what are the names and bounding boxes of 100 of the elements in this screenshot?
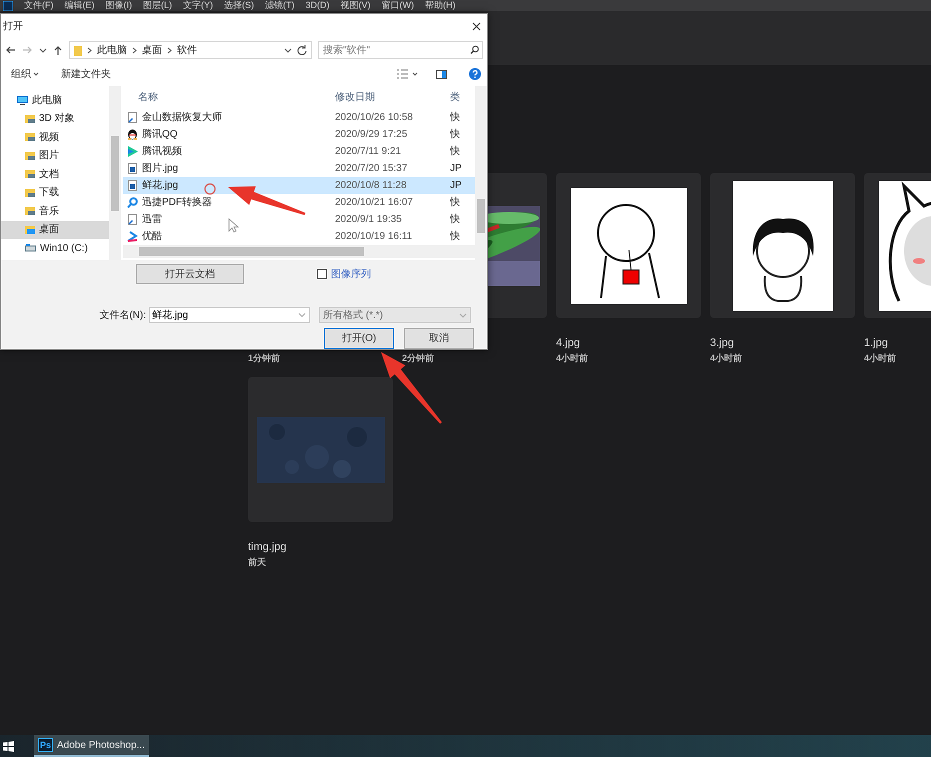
image-file-icon bbox=[127, 180, 138, 191]
file-type: JP bbox=[450, 162, 463, 176]
chevron-icon bbox=[87, 46, 92, 54]
file-type: 快 bbox=[450, 196, 461, 210]
nav-item[interactable]: 此电脑 bbox=[1, 91, 109, 110]
nav-item[interactable]: 下载 bbox=[1, 184, 109, 202]
nav-item[interactable]: 视频 bbox=[1, 128, 109, 146]
file-name: 4.jpg bbox=[556, 337, 581, 350]
drive-icon bbox=[25, 244, 36, 252]
nav-item[interactable]: 图片 bbox=[1, 146, 109, 165]
file-date: 2020/10/19 16:11 bbox=[335, 230, 414, 244]
chevron-icon bbox=[167, 46, 172, 54]
column-header[interactable]: 名称 bbox=[123, 90, 335, 105]
file-date: 2020/9/1 19:35 bbox=[335, 213, 403, 227]
file-row[interactable]: 腾讯QQ 2020/9/29 17:25 快 bbox=[123, 126, 475, 143]
column-header[interactable]: 类 bbox=[450, 90, 475, 105]
nav-item[interactable]: Win10 (C:) bbox=[1, 239, 109, 258]
checkbox[interactable] bbox=[317, 269, 327, 279]
menu-item[interactable]: 3D(D) bbox=[306, 0, 330, 11]
view-icon[interactable] bbox=[397, 69, 408, 79]
checkbox-label[interactable]: 图像序列 bbox=[331, 266, 371, 282]
column-header[interactable]: 修改日期 bbox=[335, 90, 450, 105]
field-label: 文件名(N): bbox=[98, 308, 147, 322]
cloud-button[interactable]: 打开云文档 bbox=[136, 264, 244, 284]
play-icon bbox=[127, 146, 138, 157]
windows-logo-icon[interactable] bbox=[3, 740, 14, 752]
folder-icon bbox=[25, 224, 35, 235]
folder-icon bbox=[25, 169, 35, 180]
menu-item[interactable]: 视图(V) bbox=[340, 0, 370, 11]
dialog-button[interactable]: 取消 bbox=[404, 328, 474, 349]
scrollbar[interactable] bbox=[475, 86, 487, 260]
folder-icon bbox=[25, 206, 35, 216]
nav-item[interactable]: 文档 bbox=[1, 165, 109, 184]
file-name: 鲜花.jpg bbox=[142, 178, 178, 193]
file-type: JP bbox=[450, 179, 463, 193]
file-date: 2020/9/29 17:25 bbox=[335, 128, 408, 142]
caret-icon bbox=[459, 312, 467, 318]
file-type: 快 bbox=[450, 144, 461, 159]
file-type: 快 bbox=[450, 128, 461, 142]
menu-item[interactable]: 图层(L) bbox=[143, 0, 172, 11]
caret-icon[interactable] bbox=[412, 71, 418, 77]
file-time: 2分钟前 bbox=[402, 352, 436, 364]
menu-item[interactable]: 文字(Y) bbox=[183, 0, 213, 11]
click-ring bbox=[204, 183, 216, 195]
window-title: 打开 bbox=[3, 20, 23, 34]
scrollbar[interactable] bbox=[123, 245, 475, 258]
taskbar-button[interactable]: Ps Adobe Photoshop... bbox=[34, 735, 149, 757]
arrow bbox=[381, 352, 442, 424]
file-name: 迅雷 bbox=[142, 212, 162, 227]
file-name: 1.jpg bbox=[864, 337, 889, 350]
file-name: 迅捷PDF转换器 bbox=[142, 196, 212, 210]
nav-item[interactable]: 3D 对象 bbox=[1, 110, 109, 128]
scrollbar[interactable] bbox=[109, 86, 121, 260]
organize-button[interactable]: 组织 bbox=[9, 66, 41, 82]
folder-icon bbox=[25, 150, 35, 161]
thumbnail-card[interactable] bbox=[710, 173, 855, 318]
file-type-dropdown[interactable]: 所有格式 (*.*) bbox=[319, 307, 471, 323]
search-field[interactable]: 搜索"软件" bbox=[318, 41, 483, 59]
thumbnail-card[interactable] bbox=[248, 377, 393, 522]
preview-pane-icon[interactable] bbox=[436, 70, 447, 78]
file-date: 2020/7/11 9:21 bbox=[335, 145, 402, 159]
image-file-icon bbox=[127, 163, 138, 174]
file-name: 优酷 bbox=[142, 230, 162, 244]
breadcrumb-link[interactable]: 此电脑 bbox=[97, 42, 127, 58]
nav-item[interactable]: 桌面 bbox=[1, 220, 109, 239]
folder-icon bbox=[25, 132, 35, 142]
file-time: 4小时前 bbox=[710, 352, 744, 364]
refresh-icon[interactable] bbox=[297, 45, 307, 55]
menu-item[interactable]: 编辑(E) bbox=[64, 0, 94, 11]
thumbnail-card[interactable] bbox=[556, 173, 701, 318]
up-icon[interactable] bbox=[53, 44, 63, 56]
menu-item[interactable]: 选择(S) bbox=[224, 0, 254, 11]
file-name: 腾讯QQ bbox=[142, 128, 178, 142]
file-row[interactable]: 迅雷 2020/9/1 19:35 快 bbox=[123, 211, 475, 228]
dialog-button[interactable]: 打开(O) bbox=[324, 328, 394, 349]
caret-icon[interactable] bbox=[284, 46, 292, 54]
caret-icon bbox=[298, 312, 306, 318]
breadcrumb-link[interactable]: 桌面 bbox=[142, 42, 162, 58]
nav-item[interactable]: 音乐 bbox=[1, 202, 109, 220]
help-icon[interactable] bbox=[469, 68, 481, 80]
menu-item[interactable]: 窗口(W) bbox=[382, 0, 414, 11]
app-icon: Ps bbox=[38, 738, 54, 752]
new-folder-button[interactable]: 新建文件夹 bbox=[59, 66, 113, 82]
menu-item[interactable]: 图像(I) bbox=[106, 0, 132, 11]
file-row[interactable]: 迅捷PDF转换器 2020/10/21 16:07 快 bbox=[123, 194, 475, 211]
close-icon bbox=[472, 22, 481, 30]
file-row[interactable]: 腾讯视频 2020/7/11 9:21 快 bbox=[123, 143, 475, 160]
file-row[interactable]: 图片.jpg 2020/7/20 15:37 JP bbox=[123, 160, 475, 177]
file-row[interactable]: 鲜花.jpg 2020/10/8 11:28 JP bbox=[123, 177, 475, 194]
back-icon[interactable] bbox=[5, 45, 16, 55]
file-row[interactable]: 优酷 2020/10/19 16:11 快 bbox=[123, 228, 475, 245]
file-name-field[interactable]: 鲜花.jpg bbox=[149, 307, 310, 323]
file-row[interactable]: 金山数据恢复大师 2020/10/26 10:58 快 bbox=[123, 109, 475, 126]
loop-icon bbox=[127, 197, 138, 208]
menu-item[interactable]: 滤镜(T) bbox=[265, 0, 294, 11]
menu-item[interactable]: 帮助(H) bbox=[425, 0, 456, 11]
menu-item[interactable]: 文件(F) bbox=[24, 0, 54, 11]
caret-icon[interactable] bbox=[39, 46, 47, 54]
address-field[interactable]: 此电脑 桌面 软件 bbox=[69, 41, 312, 59]
breadcrumb-link[interactable]: 软件 bbox=[177, 42, 197, 58]
